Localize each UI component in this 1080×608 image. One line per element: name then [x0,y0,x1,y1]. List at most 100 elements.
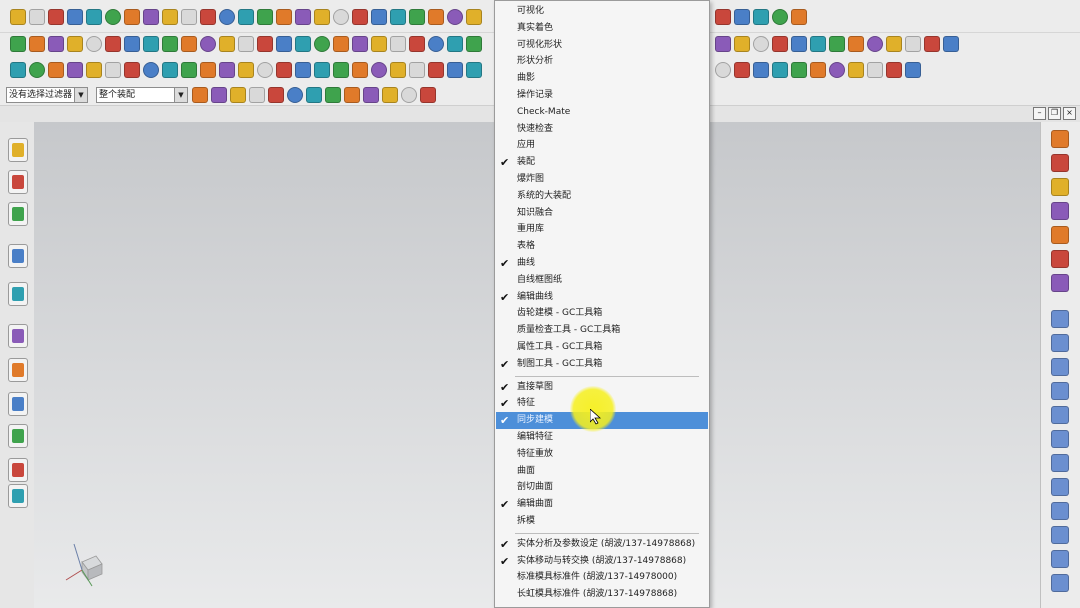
menu-item[interactable]: ✔ 装配 [496,154,708,171]
resource-bar-tab-icon[interactable] [8,138,28,162]
toolbar-tool-icon[interactable] [715,62,731,78]
menu-item[interactable]: 自线框图纸 [496,272,708,289]
side-tool-icon[interactable] [1051,250,1069,268]
menu-item[interactable]: 属性工具 - GC工具箱 [496,339,708,356]
toolbar-tool-icon[interactable] [181,62,197,78]
toolbar-tool-icon[interactable] [371,36,387,52]
toolbar-tool-icon[interactable] [249,87,265,103]
menu-item[interactable]: 操作记录 [496,87,708,104]
side-tool-icon[interactable] [1051,430,1069,448]
menu-item[interactable]: 表格 [496,238,708,255]
toolbar-tool-icon[interactable] [943,36,959,52]
toolbar-tool-icon[interactable] [420,87,436,103]
toolbar-tool-icon[interactable] [772,9,788,25]
toolbar-tool-icon[interactable] [390,62,406,78]
toolbar-tool-icon[interactable] [409,36,425,52]
chevron-down-icon[interactable]: ▼ [74,88,87,102]
toolbar-tool-icon[interactable] [276,36,292,52]
minimize-icon[interactable]: – [1033,107,1046,120]
side-tool-icon[interactable] [1051,310,1069,328]
toolbar-tool-icon[interactable] [67,62,83,78]
toolbar-tool-icon[interactable] [428,36,444,52]
toolbar-tool-icon[interactable] [352,62,368,78]
toolbar-tool-icon[interactable] [48,9,64,25]
toolbar-tool-icon[interactable] [924,36,940,52]
toolbar-tool-icon[interactable] [466,62,482,78]
toolbar-tool-icon[interactable] [428,62,444,78]
menu-item[interactable]: Check-Mate [496,104,708,121]
toolbar-tool-icon[interactable] [105,9,121,25]
scope-filter-select[interactable]: 整个装配 ▼ [96,87,188,103]
toolbar-tool-icon[interactable] [734,36,750,52]
resource-bar-tab-icon[interactable] [8,282,28,306]
resource-bar-tab-icon[interactable] [8,358,28,382]
close-icon[interactable]: × [1063,107,1076,120]
toolbar-tool-icon[interactable] [211,87,227,103]
toolbar-tool-icon[interactable] [314,62,330,78]
toolbar-tool-icon[interactable] [124,62,140,78]
toolbar-tool-icon[interactable] [306,87,322,103]
toolbar-tool-icon[interactable] [333,36,349,52]
toolbar-tool-icon[interactable] [29,9,45,25]
resource-bar-tab-icon[interactable] [8,424,28,448]
toolbar-tool-icon[interactable] [428,9,444,25]
toolbar-tool-icon[interactable] [67,9,83,25]
toolbar-tool-icon[interactable] [715,9,731,25]
toolbar-tool-icon[interactable] [401,87,417,103]
menu-item[interactable]: ✔ 曲线 [496,255,708,272]
toolbar-tool-icon[interactable] [238,9,254,25]
toolbar-tool-icon[interactable] [124,36,140,52]
toolbar-tool-icon[interactable] [333,9,349,25]
side-tool-icon[interactable] [1051,334,1069,352]
menu-item[interactable]: ✔ 编辑曲线 [496,289,708,306]
toolbar-tool-icon[interactable] [10,62,26,78]
resource-bar-tab-icon[interactable] [8,392,28,416]
toolbar-tool-icon[interactable] [257,62,273,78]
toolbar-tool-icon[interactable] [67,36,83,52]
toolbar-tool-icon[interactable] [10,9,26,25]
toolbar-tool-icon[interactable] [86,9,102,25]
toolbar-tool-icon[interactable] [200,36,216,52]
toolbar-tool-icon[interactable] [162,36,178,52]
toolbar-tool-icon[interactable] [753,62,769,78]
resource-bar-tab-icon[interactable] [8,170,28,194]
toolbar-tool-icon[interactable] [867,36,883,52]
menu-item[interactable]: 可视化 [496,3,708,20]
menu-item[interactable]: 重用库 [496,221,708,238]
side-tool-icon[interactable] [1051,358,1069,376]
toolbar-tool-icon[interactable] [314,36,330,52]
toolbar-tool-icon[interactable] [734,9,750,25]
menu-item[interactable]: 快速检查 [496,121,708,138]
resource-bar-tab-icon[interactable] [8,458,28,482]
toolbar-tool-icon[interactable] [333,62,349,78]
toolbar-tool-icon[interactable] [791,36,807,52]
toolbar-tool-icon[interactable] [829,62,845,78]
menu-item[interactable]: ✔ 实体移动与转交换 (胡波/137-14978868) [496,553,708,570]
menu-item[interactable]: ✔ 特征 [496,395,708,412]
menu-item[interactable]: ✔ 制图工具 - GC工具箱 [496,356,708,373]
toolbar-tool-icon[interactable] [409,62,425,78]
menu-item[interactable]: 质量检查工具 - GC工具箱 [496,322,708,339]
toolbar-tool-icon[interactable] [219,9,235,25]
toolbar-tool-icon[interactable] [48,36,64,52]
resource-bar-tab-icon[interactable] [8,202,28,226]
menu-item[interactable]: 编辑特征 [496,429,708,446]
toolbar-tool-icon[interactable] [257,9,273,25]
side-tool-icon[interactable] [1051,382,1069,400]
menu-item[interactable]: 曲面 [496,463,708,480]
toolbar-tool-icon[interactable] [772,62,788,78]
toolbar-tool-icon[interactable] [287,87,303,103]
menu-item[interactable]: ✔ 实体分析及参数设定 (胡波/137-14978868) [496,536,708,553]
toolbar-tool-icon[interactable] [390,36,406,52]
toolbar-tool-icon[interactable] [268,87,284,103]
toolbar-tool-icon[interactable] [219,62,235,78]
toolbar-tool-icon[interactable] [390,9,406,25]
toolbar-tool-icon[interactable] [295,36,311,52]
menu-item[interactable]: 应用 [496,137,708,154]
side-tool-icon[interactable] [1051,202,1069,220]
resource-bar-tab-icon[interactable] [8,484,28,508]
toolbar-tool-icon[interactable] [466,36,482,52]
side-tool-icon[interactable] [1051,478,1069,496]
toolbar-tool-icon[interactable] [791,9,807,25]
toolbar-tool-icon[interactable] [143,36,159,52]
